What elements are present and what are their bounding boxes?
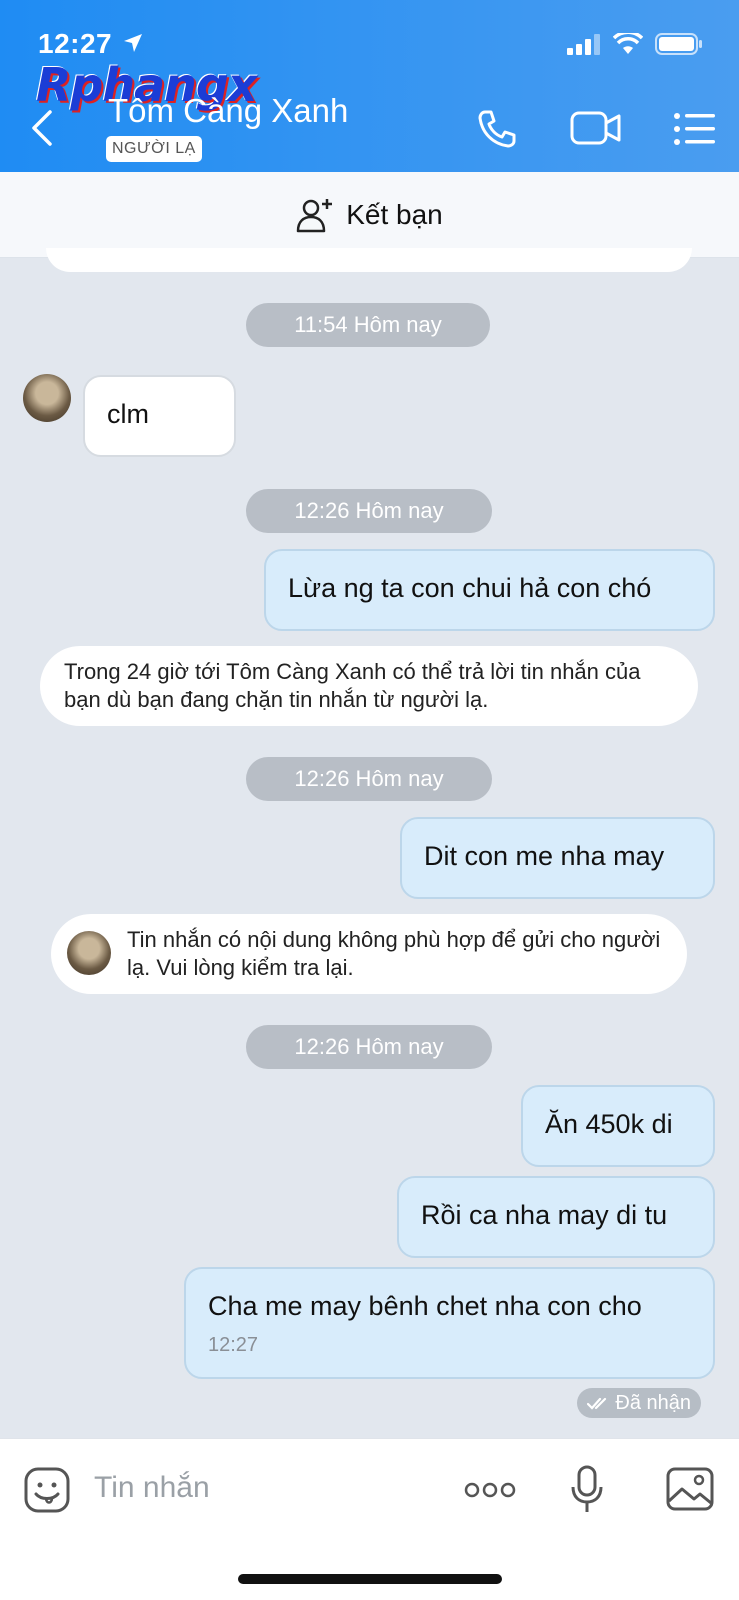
video-camera-icon — [570, 111, 621, 145]
outgoing-message[interactable]: Cha me may bênh chet nha con cho 12:27 — [184, 1267, 715, 1379]
status-time: 12:27 — [38, 28, 113, 59]
status-indicators — [567, 32, 703, 56]
time-chip: 12:26 Hôm nay — [246, 1025, 492, 1069]
phone-icon — [478, 110, 516, 148]
contact-name[interactable]: Tôm Càng Xanh — [108, 92, 348, 130]
outgoing-message[interactable]: Ăn 450k di — [521, 1085, 715, 1167]
photo-button[interactable] — [666, 1467, 714, 1516]
incoming-message[interactable]: clm — [83, 375, 236, 457]
system-notice: Tin nhắn có nội dung không phù hợp để gử… — [51, 914, 687, 994]
previous-message-edge — [46, 248, 692, 272]
notice-text: Tin nhắn có nội dung không phù hợp để gử… — [127, 927, 661, 980]
message-text: Lừa ng ta con chui hả con chó — [288, 573, 652, 603]
add-user-icon — [296, 198, 333, 232]
message-text: Ăn 450k di — [545, 1109, 673, 1139]
stranger-badge: NGƯỜI LẠ — [106, 136, 202, 162]
time-chip: 11:54 Hôm nay — [246, 303, 490, 347]
back-button[interactable] — [28, 108, 58, 148]
microphone-icon — [571, 1465, 603, 1512]
chevron-left-icon — [32, 110, 52, 146]
message-text: Cha me may bênh chet nha con cho — [208, 1291, 642, 1321]
add-friend-label: Kết bạn — [346, 198, 443, 230]
message-text: Rồi ca nha may di tu — [421, 1200, 668, 1230]
options-menu-button[interactable] — [674, 112, 716, 151]
image-icon — [666, 1467, 714, 1511]
list-menu-icon — [674, 113, 715, 145]
message-input[interactable]: Tin nhắn — [94, 1471, 210, 1505]
voice-call-button[interactable] — [476, 108, 518, 155]
contact-avatar[interactable] — [23, 374, 71, 422]
signal-icon — [567, 34, 600, 55]
more-options-button[interactable] — [464, 1481, 516, 1504]
add-friend-button[interactable]: Kết bạn — [0, 172, 739, 258]
battery-icon — [655, 33, 702, 55]
message-time: 12:27 — [208, 1334, 259, 1356]
video-call-button[interactable] — [570, 108, 622, 153]
time-chip: 12:26 Hôm nay — [246, 757, 492, 801]
message-text: Dit con me nha may — [424, 841, 665, 871]
notice-text: Trong 24 giờ tới Tôm Càng Xanh có thể tr… — [64, 659, 641, 712]
sticker-button[interactable] — [24, 1467, 70, 1518]
time-chip: 12:26 Hôm nay — [246, 489, 492, 533]
location-arrow-icon — [122, 32, 144, 59]
voice-record-button[interactable] — [570, 1465, 604, 1520]
system-notice: Trong 24 giờ tới Tôm Càng Xanh có thể tr… — [40, 646, 698, 726]
outgoing-message[interactable]: Lừa ng ta con chui hả con chó — [264, 549, 715, 631]
sticker-face-icon — [24, 1467, 70, 1513]
outgoing-message[interactable]: Rồi ca nha may di tu — [397, 1176, 715, 1258]
outgoing-message[interactable]: Dit con me nha may — [400, 817, 715, 899]
wifi-icon — [613, 33, 643, 54]
message-text: clm — [107, 399, 149, 429]
more-dots-icon — [464, 1482, 516, 1498]
contact-avatar — [67, 931, 111, 975]
delivery-label: Đã nhận — [615, 1392, 691, 1414]
double-check-icon — [587, 1397, 607, 1410]
home-indicator[interactable] — [238, 1574, 502, 1584]
delivery-status: Đã nhận — [577, 1388, 701, 1418]
chat-header: 12:27 Rphangx Tôm Càng Xanh NGƯỜI LẠ — [0, 0, 739, 172]
